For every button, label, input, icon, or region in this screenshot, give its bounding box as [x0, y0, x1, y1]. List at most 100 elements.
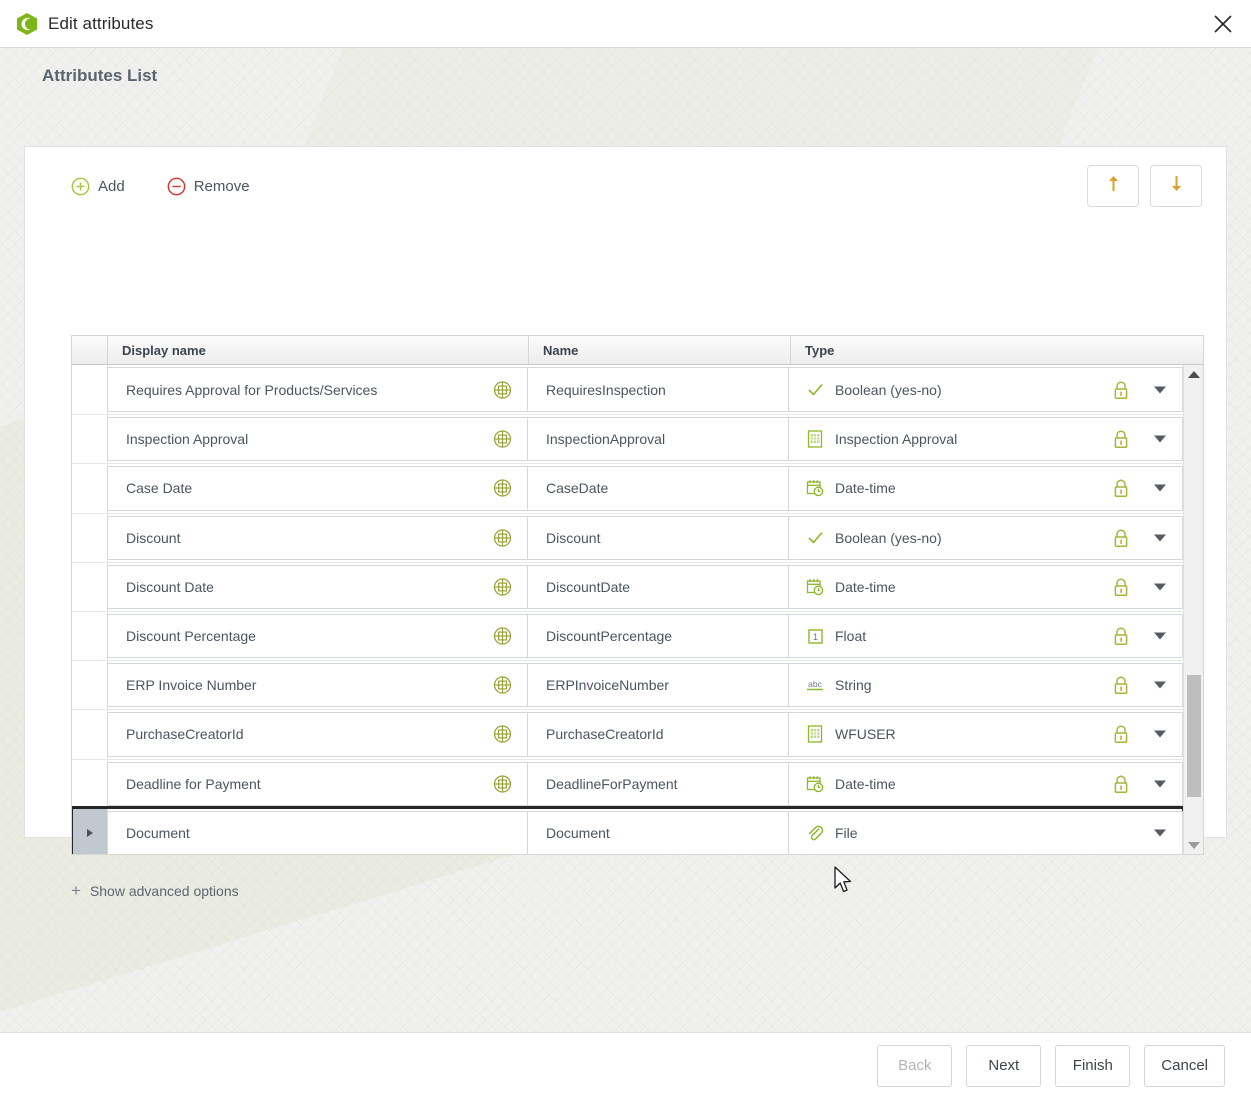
cell-name[interactable]: InspectionApproval	[527, 417, 789, 462]
table-row[interactable]: Inspection Approval InspectionApproval Ins…	[72, 414, 1183, 464]
cell-type[interactable]: File	[788, 810, 1183, 854]
display-name-text: Discount Percentage	[126, 628, 256, 645]
lock-icon[interactable]	[1112, 724, 1130, 744]
cell-type[interactable]: Date-time	[788, 466, 1183, 511]
cell-display-name[interactable]: Case Date	[107, 466, 528, 511]
globe-icon[interactable]	[492, 773, 513, 794]
lock-icon[interactable]	[1112, 528, 1130, 548]
move-down-button[interactable]	[1150, 165, 1202, 207]
column-header-name: Name	[529, 336, 791, 364]
lock-icon[interactable]	[1112, 774, 1130, 794]
row-selector-cell[interactable]	[72, 759, 108, 808]
finish-button[interactable]: Finish	[1055, 1044, 1131, 1087]
green-hexagon-logo	[16, 12, 38, 36]
table-vertical-scrollbar[interactable]	[1183, 365, 1203, 854]
table-row[interactable]: Discount Discount Boolean (yes-no)	[72, 512, 1183, 562]
globe-icon[interactable]	[492, 675, 513, 696]
lock-icon[interactable]	[1112, 675, 1130, 695]
lock-icon[interactable]	[1112, 626, 1130, 646]
type-dropdown-caret-icon[interactable]	[1154, 730, 1166, 738]
cell-name[interactable]: DeadlineForPayment	[527, 761, 789, 806]
cell-display-name[interactable]: PurchaseCreatorId	[107, 712, 528, 757]
row-selector-cell[interactable]	[72, 513, 108, 562]
cell-name[interactable]: Discount	[527, 515, 789, 560]
row-selector-cell[interactable]	[72, 365, 108, 415]
type-dropdown-caret-icon[interactable]	[1154, 632, 1166, 640]
cell-type[interactable]: Boolean (yes-no)	[788, 367, 1183, 413]
move-up-button[interactable]	[1087, 165, 1139, 207]
row-selector-cell[interactable]	[72, 464, 108, 513]
circle-plus-icon	[71, 177, 90, 196]
type-dropdown-caret-icon[interactable]	[1154, 780, 1166, 788]
lock-icon[interactable]	[1112, 429, 1130, 449]
add-button[interactable]: Add	[71, 177, 125, 196]
table-row[interactable]: Document Document File	[72, 805, 1183, 854]
checkmark-icon	[805, 381, 825, 398]
type-dropdown-caret-icon[interactable]	[1154, 386, 1166, 394]
table-row[interactable]: ERP Invoice Number ERPInvoiceNumber abc Str…	[72, 660, 1183, 710]
cell-type[interactable]: Date-time	[788, 761, 1183, 806]
type-dropdown-caret-icon[interactable]	[1154, 829, 1166, 837]
scrollbar-thumb[interactable]	[1187, 675, 1201, 797]
cell-name[interactable]: ERPInvoiceNumber	[527, 663, 789, 708]
row-selector-cell[interactable]	[72, 710, 108, 759]
globe-icon[interactable]	[492, 429, 513, 450]
cell-display-name[interactable]: Inspection Approval	[107, 417, 528, 462]
table-row[interactable]: Discount Date DiscountDate Date-time	[72, 561, 1183, 611]
cancel-button[interactable]: Cancel	[1144, 1044, 1225, 1087]
row-selector-cell[interactable]	[72, 415, 108, 464]
cell-type[interactable]: Boolean (yes-no)	[788, 515, 1183, 560]
globe-icon[interactable]	[492, 626, 513, 647]
scroll-up-icon[interactable]	[1184, 365, 1203, 383]
globe-icon[interactable]	[492, 724, 513, 745]
cell-type[interactable]: Date-time	[788, 564, 1183, 609]
type-dropdown-caret-icon[interactable]	[1154, 534, 1166, 542]
type-dropdown-caret-icon[interactable]	[1154, 583, 1166, 591]
show-advanced-options-toggle[interactable]: + Show advanced options	[71, 882, 239, 899]
type-text: Boolean (yes-no)	[835, 381, 942, 398]
row-selector-cell[interactable]	[72, 611, 108, 661]
lock-icon[interactable]	[1112, 577, 1130, 597]
cell-type[interactable]: 1 Float	[788, 613, 1183, 659]
table-row[interactable]: Discount Percentage DiscountPercentage 1 Fl…	[72, 610, 1183, 661]
type-dropdown-caret-icon[interactable]	[1154, 681, 1166, 689]
cell-name[interactable]: DiscountPercentage	[527, 613, 789, 659]
table-row[interactable]: Deadline for Payment DeadlineForPayment Da…	[72, 758, 1183, 808]
cell-display-name[interactable]: ERP Invoice Number	[107, 663, 528, 708]
remove-button[interactable]: Remove	[167, 177, 250, 196]
lock-icon[interactable]	[1112, 380, 1130, 400]
type-dropdown-caret-icon[interactable]	[1154, 435, 1166, 443]
cell-display-name[interactable]: Discount	[107, 515, 528, 560]
table-row[interactable]: Requires Approval for Products/Services R…	[72, 365, 1183, 415]
cell-name[interactable]: PurchaseCreatorId	[527, 712, 789, 757]
cell-name[interactable]: CaseDate	[527, 466, 789, 511]
globe-icon[interactable]	[492, 576, 513, 597]
globe-icon[interactable]	[492, 379, 513, 400]
cell-name[interactable]: Document	[527, 810, 789, 854]
cell-display-name[interactable]: Deadline for Payment	[107, 761, 528, 806]
globe-icon[interactable]	[492, 527, 513, 548]
type-dropdown-caret-icon[interactable]	[1154, 484, 1166, 492]
cell-display-name[interactable]: Document	[107, 810, 528, 854]
back-button[interactable]: Back	[877, 1044, 953, 1087]
cell-name[interactable]: RequiresInspection	[527, 367, 789, 413]
next-button[interactable]: Next	[966, 1044, 1042, 1087]
lock-icon[interactable]	[1112, 478, 1130, 498]
cell-display-name[interactable]: Discount Percentage	[107, 613, 528, 659]
row-selector-cell[interactable]	[72, 808, 108, 854]
globe-icon[interactable]	[492, 478, 513, 499]
table-header-row: Display name Name Type	[71, 335, 1204, 365]
row-selector-cell[interactable]	[72, 661, 108, 710]
cell-name[interactable]: DiscountDate	[527, 564, 789, 609]
cell-display-name[interactable]: Requires Approval for Products/Services	[107, 367, 528, 413]
table-row[interactable]: Case Date CaseDate Date-time	[72, 463, 1183, 513]
table-row[interactable]: PurchaseCreatorId PurchaseCreatorId WFUSER	[72, 709, 1183, 759]
cell-type[interactable]: Inspection Approval	[788, 417, 1183, 462]
cell-type[interactable]: WFUSER	[788, 712, 1183, 757]
name-text: DiscountDate	[546, 578, 631, 595]
cell-display-name[interactable]: Discount Date	[107, 564, 528, 609]
scroll-down-icon[interactable]	[1184, 836, 1203, 854]
close-icon[interactable]	[1207, 8, 1239, 40]
cell-type[interactable]: abc String	[788, 663, 1183, 708]
row-selector-cell[interactable]	[72, 562, 108, 611]
